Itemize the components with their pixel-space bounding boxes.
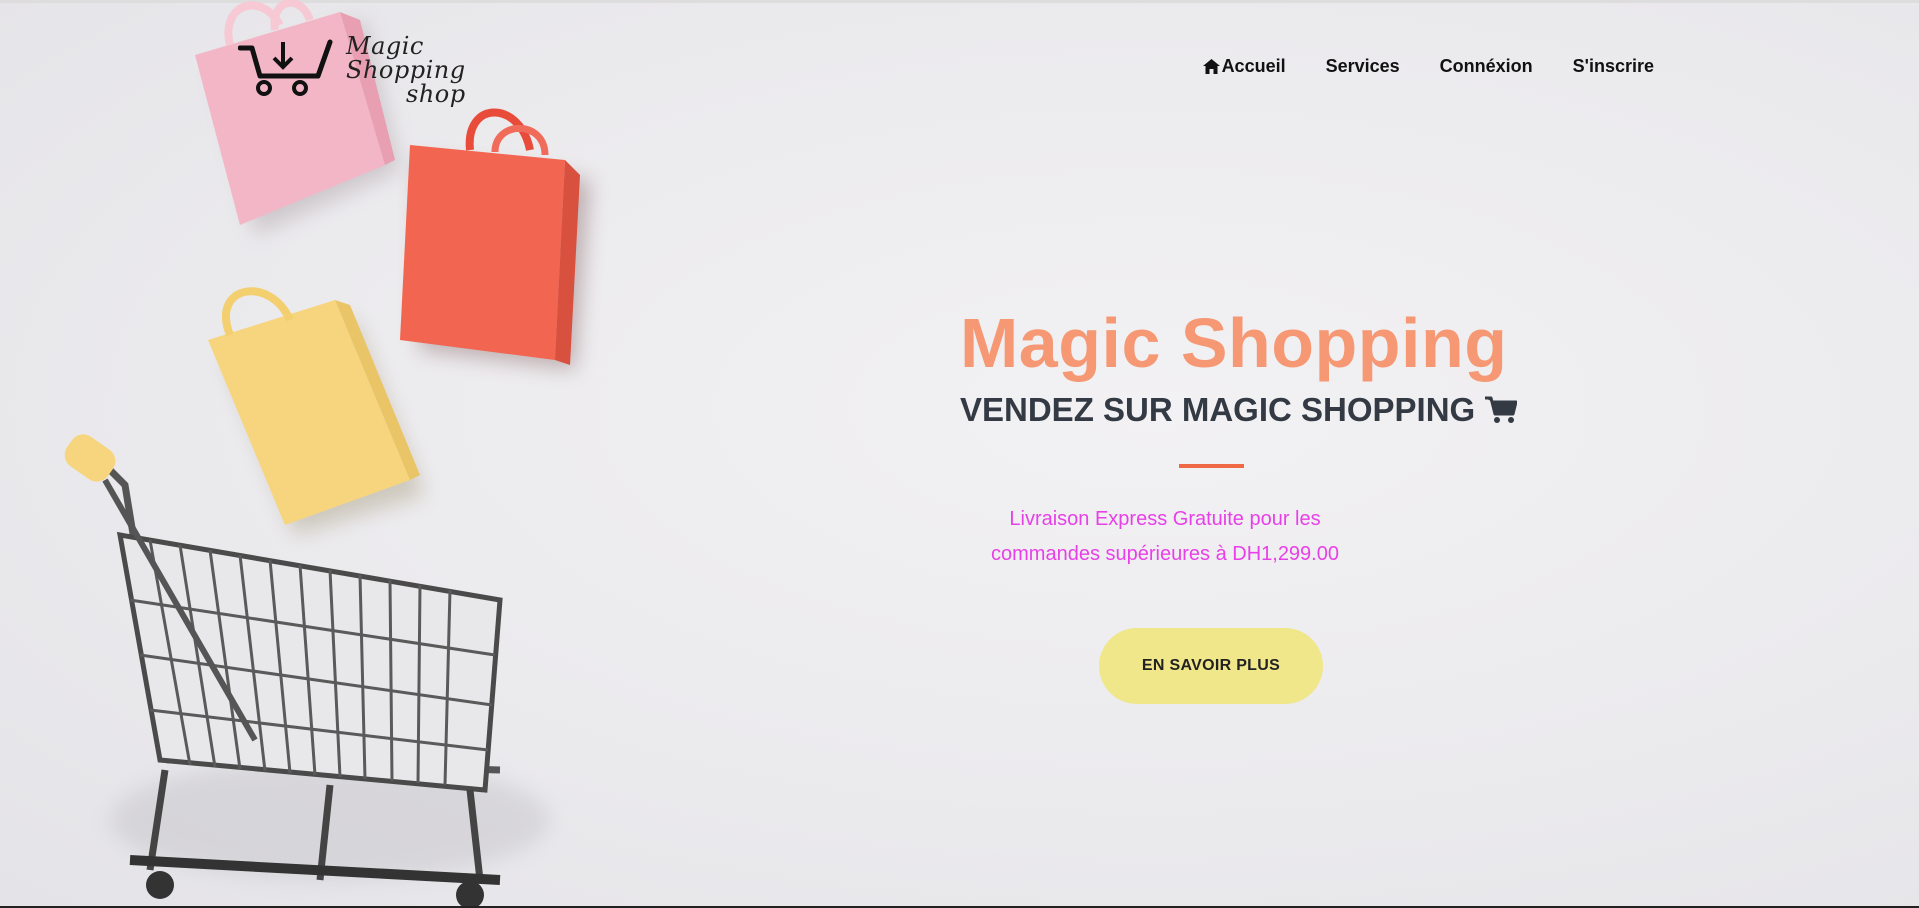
hero-illustration: [0, 0, 700, 908]
nav-item-services[interactable]: Services: [1326, 56, 1400, 77]
nav-item-label: Connéxion: [1439, 56, 1533, 76]
hero-description: Livraison Express Gratuite pour les comm…: [991, 508, 1339, 565]
hero-section: Magic Shopping VENDEZ SUR MAGIC SHOPPING…: [960, 300, 1600, 704]
main-nav: Accueil Services Connéxion S'inscrire: [1202, 56, 1654, 77]
home-icon: [1202, 59, 1220, 74]
yellow-bag: [208, 287, 425, 535]
logo-line2: shop: [406, 80, 466, 108]
en-savoir-plus-button[interactable]: EN SAVOIR PLUS: [1099, 628, 1323, 704]
shopping-cart-icon: [1485, 396, 1518, 423]
cart-logo-icon: [238, 39, 333, 96]
nav-item-sinscrire[interactable]: S'inscrire: [1573, 56, 1654, 77]
nav-item-connexion[interactable]: Connéxion: [1440, 56, 1533, 77]
hero-title: Magic Shopping: [960, 304, 1508, 382]
nav-item-label: S'inscrire: [1572, 56, 1654, 76]
hero-divider: [1179, 464, 1244, 468]
nav-item-label: Services: [1325, 56, 1400, 76]
brand-logo[interactable]: Magic Shopping shop: [238, 34, 548, 106]
nav-item-accueil[interactable]: Accueil: [1202, 56, 1286, 77]
hero-subtitle-text: VENDEZ SUR MAGIC SHOPPING: [960, 391, 1476, 428]
red-bag: [400, 108, 590, 370]
logo-line1: Magic Shopping: [346, 32, 466, 84]
hero-subtitle: VENDEZ SUR MAGIC SHOPPING: [960, 390, 1600, 430]
brand-logo-text: Magic Shopping shop: [346, 34, 546, 106]
nav-item-label: Accueil: [1221, 56, 1286, 76]
